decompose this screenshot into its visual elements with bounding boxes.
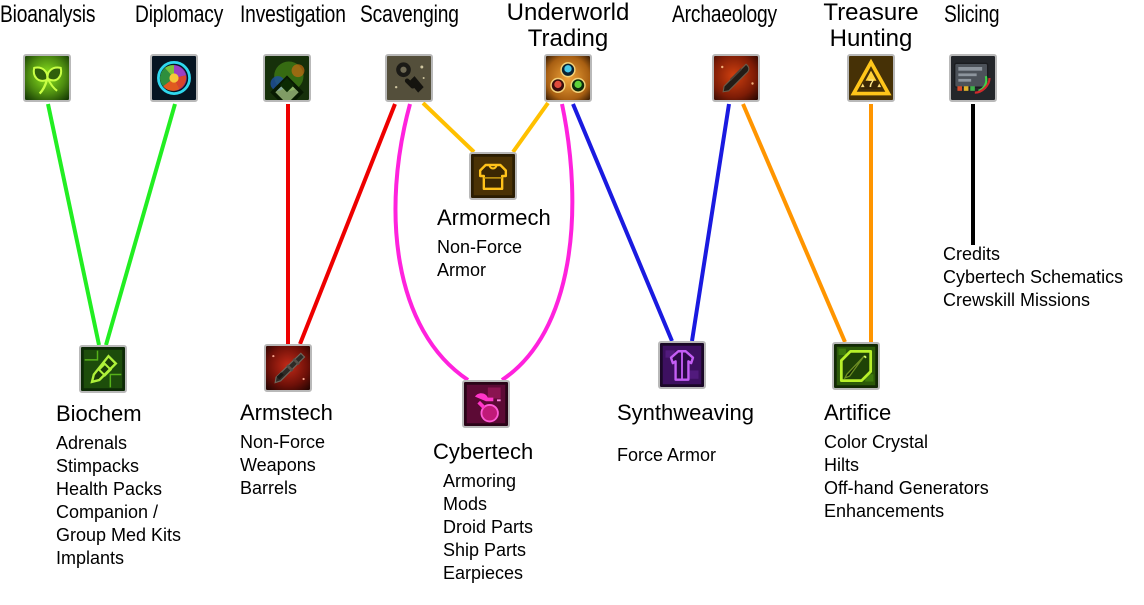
slicing-datapad-icon[interactable] [949, 54, 997, 102]
artifice-crystal-icon[interactable] [832, 342, 880, 390]
crafting-node-items: Color Crystal Hilts Off-hand Generators … [824, 431, 989, 523]
slicing-output-item: Credits [943, 244, 1001, 264]
crafting-item: Armoring [443, 471, 517, 491]
crafting-node-name: Cybertech [433, 439, 534, 464]
biochem-icon-art [81, 347, 125, 391]
archaeology-relic-icon[interactable] [712, 54, 760, 102]
crafting-node-items: Armoring Mods Droid Parts Ship Parts Ear… [443, 470, 533, 585]
crafting-item: Droid Parts [443, 517, 534, 537]
armstech-icon-art [266, 346, 310, 390]
crafting-item: Group Med Kits [56, 525, 182, 545]
crafting-node-name: Biochem [56, 401, 142, 426]
crafting-item: Hilts [824, 455, 859, 475]
crafting-node-items: Non-Force Weapons Barrels [240, 431, 333, 500]
crafting-item: Non-Force [437, 237, 523, 257]
diplomacy-sphere-icon[interactable] [150, 54, 198, 102]
bioanalysis-icon-art [25, 56, 69, 100]
diplomacy-icon-art [152, 56, 196, 100]
link-scavenging-armstech [298, 103, 397, 345]
biochem-icon[interactable] [79, 345, 127, 393]
crafting-node-synthweaving: Synthweaving Force Armor [617, 401, 754, 467]
node-title-underworld-line1: Underworld [506, 0, 630, 26]
bioanalysis-leaf-icon[interactable] [23, 54, 71, 102]
crafting-node-biochem: Biochem Adrenals Stimpacks Health Packs … [56, 402, 181, 570]
crafting-item: Stimpacks [56, 456, 140, 476]
slicing-icon-art [951, 56, 995, 100]
armormech-icon-art [471, 154, 515, 198]
crafting-node-items: Adrenals Stimpacks Health Packs Companio… [56, 432, 181, 570]
crafting-node-cybertech: Cybertech Armoring Mods Droid Parts Ship… [433, 440, 533, 585]
slicing-outputs-list: Credits Cybertech Schematics Crewskill M… [943, 243, 1123, 312]
synthweaving-icon-art [660, 343, 704, 387]
scavenging-icon-art [387, 56, 431, 100]
crafting-item: Barrels [240, 478, 298, 498]
crafting-node-armstech: Armstech Non-Force Weapons Barrels [240, 401, 333, 500]
node-title-treasure-line2: Hunting [829, 25, 913, 52]
crafting-node-artifice: Artifice Color Crystal Hilts Off-hand Ge… [824, 401, 989, 523]
underworld-trading-icon-art [546, 56, 590, 100]
crafting-node-items: Non-Force Armor [437, 236, 551, 282]
node-title-slicing: Slicing [944, 1, 1000, 28]
underworld-trading-icon[interactable] [544, 54, 592, 102]
link-underworld-armormech [511, 101, 550, 154]
crafting-item: Mods [443, 494, 488, 514]
crafting-node-name: Artifice [824, 400, 892, 425]
slicing-output-item: Cybertech Schematics [943, 267, 1124, 287]
crafting-item: Non-Force [240, 432, 326, 452]
node-title-underworld-trading: Underworld Trading [488, 0, 648, 52]
cybertech-icon[interactable] [462, 380, 510, 428]
link-bioanalysis-biochem [46, 103, 101, 346]
armormech-chestpiece-icon[interactable] [469, 152, 517, 200]
crafting-item: Enhancements [824, 501, 945, 521]
armstech-rifle-icon[interactable] [264, 344, 312, 392]
treasure-hunting-icon[interactable]: 7 [847, 54, 895, 102]
crafting-item: Companion / [56, 502, 159, 522]
crafting-node-name: Synthweaving [617, 400, 754, 425]
archaeology-icon-art [714, 56, 758, 100]
crafting-item: Health Packs [56, 479, 163, 499]
crafting-node-armormech: Armormech Non-Force Armor [437, 206, 551, 282]
treasure-hunting-icon-art: 7 [849, 56, 893, 100]
svg-text:7: 7 [868, 78, 874, 90]
link-scavenging-armormech [421, 101, 476, 154]
crew-skills-diagram: Bioanalysis Diplomacy Investigation Scav… [0, 0, 1144, 605]
synthweaving-robe-icon[interactable] [658, 341, 706, 389]
crafting-item: Ship Parts [443, 540, 527, 560]
crafting-node-name: Armormech [437, 205, 551, 230]
node-title-treasure-hunting: Treasure Hunting [800, 0, 942, 52]
link-diplomacy-biochem [104, 103, 177, 346]
node-title-underworld-line2: Trading [527, 25, 609, 52]
slicing-output-item: Crewskill Missions [943, 290, 1091, 310]
node-title-bioanalysis: Bioanalysis [0, 1, 96, 28]
link-underworld-synthweaving [571, 103, 674, 342]
crafting-item: Color Crystal [824, 432, 929, 452]
crafting-item: Earpieces [443, 563, 524, 583]
scavenging-scrap-icon[interactable] [385, 54, 433, 102]
crafting-item: Weapons [240, 455, 316, 475]
crafting-item: Adrenals [56, 433, 128, 453]
node-title-scavenging: Scavenging [360, 1, 459, 28]
investigation-icon-art [265, 56, 309, 100]
node-title-treasure-line1: Treasure [823, 0, 919, 26]
crafting-node-name: Armstech [240, 400, 333, 425]
crafting-node-items: Force Armor [617, 444, 754, 467]
link-archaeology-artifice [741, 103, 847, 343]
cybertech-icon-art [464, 382, 508, 426]
link-archaeology-synthweaving [690, 103, 731, 342]
artifice-icon-art [834, 344, 878, 388]
crafting-item: Armor [437, 260, 486, 280]
investigation-datacron-icon[interactable] [263, 54, 311, 102]
crafting-item: Implants [56, 548, 125, 568]
crafting-item: Off-hand Generators [824, 478, 989, 498]
crafting-item: Force Armor [617, 445, 717, 465]
